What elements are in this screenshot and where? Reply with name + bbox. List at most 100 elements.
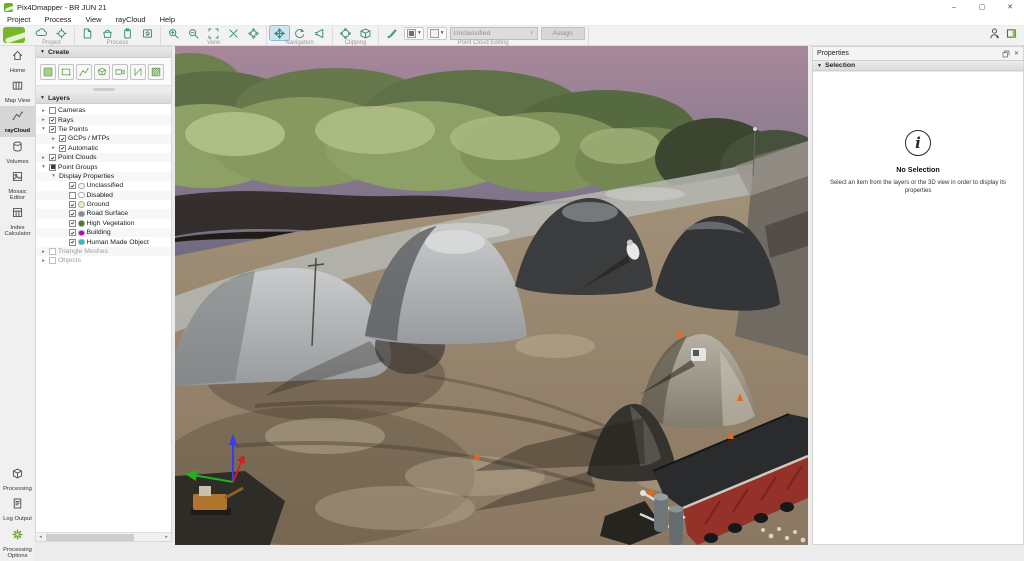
video-animation-icon[interactable] <box>112 64 128 80</box>
sidebar-item-log-output[interactable]: Log Output <box>0 494 35 524</box>
draw-polygon-icon[interactable] <box>40 64 56 80</box>
layer-row-gcps-mtps[interactable]: ▸GCPs / MTPs <box>36 134 171 143</box>
assign-drop-dark-icon[interactable]: ▾ <box>404 27 424 40</box>
layer-checkbox[interactable] <box>69 210 76 217</box>
sidebar-item-processing-options[interactable]: Processing Options <box>0 525 35 561</box>
sidebar-item-home[interactable]: Home <box>0 46 35 76</box>
layer-checkbox[interactable] <box>49 117 56 124</box>
assign-drop-light-icon[interactable]: ▾ <box>427 27 447 40</box>
extent-arrows-icon[interactable] <box>244 26 263 40</box>
layer-row-triangle-meshes[interactable]: ▸Triangle Meshes <box>36 247 171 256</box>
open-project-icon[interactable] <box>32 26 51 40</box>
layer-row-automatic[interactable]: ▸Automatic <box>36 144 171 153</box>
clip-sphere-icon[interactable] <box>336 26 355 40</box>
focus-project-icon[interactable] <box>52 26 71 40</box>
layer-checkbox[interactable] <box>69 229 76 236</box>
layer-row-human-made-object[interactable]: Human Made Object <box>36 237 171 246</box>
assign-button[interactable]: Assign <box>541 27 585 40</box>
fit-all-icon[interactable] <box>204 26 223 40</box>
menu-help[interactable]: Help <box>153 14 182 25</box>
sidebar-item-index-calculator[interactable]: Index Calculator <box>0 203 35 239</box>
menu-process[interactable]: Process <box>37 14 78 25</box>
layer-row-display-properties[interactable]: ▾Display Properties <box>36 172 171 181</box>
layer-row-road-surface[interactable]: Road Surface <box>36 209 171 218</box>
expander-icon[interactable]: ▸ <box>50 136 57 142</box>
layer-checkbox[interactable] <box>59 145 66 152</box>
expander-icon[interactable]: ▸ <box>40 108 47 114</box>
layer-checkbox[interactable] <box>49 154 56 161</box>
layer-row-rays[interactable]: ▸Rays <box>36 115 171 124</box>
layer-row-high-vegetation[interactable]: High Vegetation <box>36 219 171 228</box>
orthoplane-icon[interactable] <box>148 64 164 80</box>
expander-icon[interactable]: ▸ <box>40 155 47 161</box>
draw-polyline-icon[interactable] <box>76 64 92 80</box>
layer-checkbox[interactable] <box>69 239 76 246</box>
scroll-left-icon[interactable]: ◂ <box>36 534 45 540</box>
sidebar-item-mosaic-editor[interactable]: Mosaic Editor <box>0 167 35 203</box>
layer-row-point-clouds[interactable]: ▸Point Clouds <box>36 153 171 162</box>
layer-checkbox[interactable] <box>69 201 76 208</box>
pan-icon[interactable] <box>270 26 289 40</box>
menu-project[interactable]: Project <box>0 14 37 25</box>
layer-checkbox[interactable] <box>59 135 66 142</box>
point-group-combobox[interactable]: Unclassified∨ <box>450 27 538 40</box>
layer-row-objects[interactable]: ▸Objects <box>36 256 171 265</box>
orbit-icon[interactable] <box>290 26 309 40</box>
zoom-in-icon[interactable] <box>164 26 183 40</box>
sidebar-item-raycloud[interactable]: rayCloud <box>0 106 35 136</box>
layer-checkbox[interactable] <box>49 248 56 255</box>
process-steps-icon[interactable] <box>118 26 137 40</box>
menu-raycloud[interactable]: rayCloud <box>109 14 153 25</box>
layer-checkbox[interactable] <box>49 126 56 133</box>
layer-row-tie-points[interactable]: ▾Tie Points <box>36 125 171 134</box>
layer-row-cameras[interactable]: ▸Cameras <box>36 106 171 115</box>
scale-constraint-icon[interactable] <box>130 64 146 80</box>
sidebar-item-processing[interactable]: Processing <box>0 464 35 494</box>
sidebar-item-volumes[interactable]: Volumes <box>0 137 35 167</box>
expander-icon[interactable]: ▸ <box>40 249 47 255</box>
expander-icon[interactable]: ▸ <box>50 145 57 151</box>
toggle-properties-panel-icon[interactable] <box>1005 27 1018 45</box>
expander-icon[interactable]: ▾ <box>40 164 47 170</box>
clip-box-icon[interactable] <box>356 26 375 40</box>
layer-checkbox[interactable] <box>49 107 56 114</box>
scrollbar-thumb[interactable] <box>46 534 134 541</box>
zoom-out-icon[interactable] <box>184 26 203 40</box>
layer-checkbox[interactable] <box>69 192 76 199</box>
close-panel-icon[interactable]: ✕ <box>1014 50 1019 57</box>
reoptimize-icon[interactable] <box>138 26 157 40</box>
layer-checkbox[interactable] <box>49 164 56 171</box>
layer-row-point-groups[interactable]: ▾Point Groups <box>36 162 171 171</box>
3d-viewport[interactable] <box>175 46 808 545</box>
compress-view-icon[interactable] <box>224 26 243 40</box>
expander-icon[interactable]: ▾ <box>40 126 47 132</box>
horizontal-scrollbar[interactable]: ◂ ▸ <box>36 532 171 541</box>
layer-checkbox[interactable] <box>49 257 56 264</box>
menu-view[interactable]: View <box>78 14 108 25</box>
layers-panel-header[interactable]: ▼ Layers <box>36 93 171 104</box>
scroll-right-icon[interactable]: ▸ <box>162 534 171 540</box>
new-project-icon[interactable] <box>78 26 97 40</box>
maximize-button[interactable]: ▢ <box>968 0 996 14</box>
view-frustum-icon[interactable] <box>310 26 329 40</box>
draw-volume-icon[interactable] <box>94 64 110 80</box>
process-basket-icon[interactable] <box>98 26 117 40</box>
layer-row-unclassified[interactable]: Unclassified <box>36 181 171 190</box>
layer-row-ground[interactable]: Ground <box>36 200 171 209</box>
expander-icon[interactable]: ▾ <box>50 173 57 179</box>
panel-splitter[interactable] <box>36 86 171 93</box>
create-panel-header[interactable]: ▼ Create <box>36 47 171 58</box>
user-account-icon[interactable] <box>988 27 1001 45</box>
sidebar-item-map-view[interactable]: Map View <box>0 76 35 106</box>
layer-row-disabled[interactable]: Disabled <box>36 191 171 200</box>
layer-row-building[interactable]: Building <box>36 228 171 237</box>
close-button[interactable]: ✕ <box>996 0 1024 14</box>
layer-checkbox[interactable] <box>69 220 76 227</box>
edit-brush-icon[interactable] <box>382 26 401 40</box>
selection-section-header[interactable]: ▼ Selection <box>813 60 1023 71</box>
expander-icon[interactable]: ▸ <box>40 258 47 264</box>
expander-icon[interactable]: ▸ <box>40 117 47 123</box>
draw-rectangle-icon[interactable] <box>58 64 74 80</box>
float-panel-icon[interactable] <box>1002 50 1010 58</box>
minimize-button[interactable]: – <box>940 0 968 14</box>
